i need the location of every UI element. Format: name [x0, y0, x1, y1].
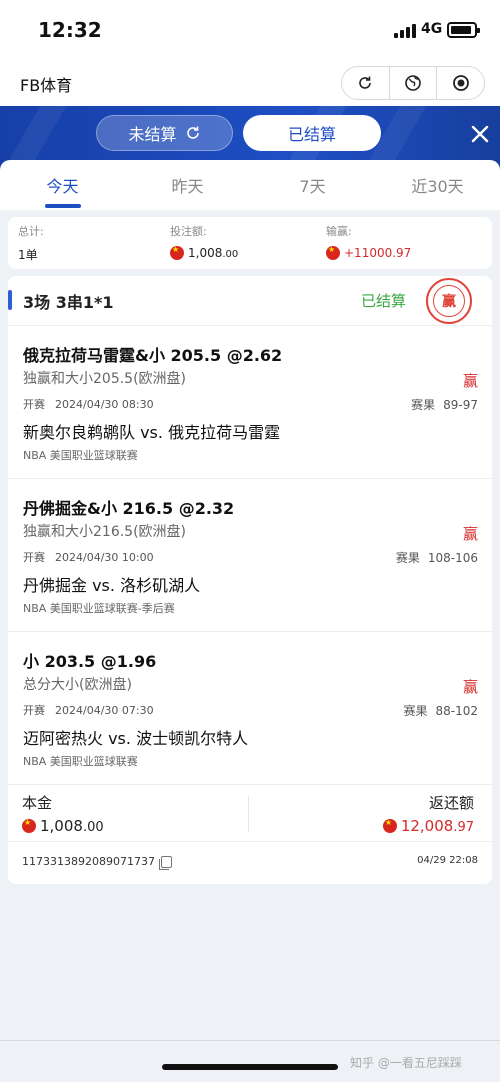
bet-start: 开赛 2024/04/30 08:30	[23, 398, 154, 411]
parlay-card[interactable]: 3场 3串1*1 已结算 赢 俄克拉荷马雷霆&小 205.5 @2.62 独赢和…	[8, 276, 492, 884]
principal-value: 1,008.00	[22, 817, 104, 835]
pending-label: 未结算	[128, 125, 177, 144]
app-title: FB体育	[20, 76, 73, 95]
tab-7-days[interactable]: 7天	[250, 160, 375, 210]
battery-icon	[447, 22, 480, 38]
bet-market: 总分大小(欧洲盘)	[23, 677, 132, 693]
bet-result: 赛果 108-106	[395, 551, 478, 565]
home-indicator[interactable]	[162, 1064, 338, 1070]
accent-bar	[8, 290, 12, 310]
bet-league: NBA 美国职业篮球联赛	[23, 755, 138, 768]
principal-label: 本金	[22, 794, 53, 812]
bet-pick: 俄克拉荷马雷霆&小 205.5 @2.62	[23, 346, 283, 365]
bet-result: 赛果 89-97	[411, 398, 478, 412]
bet-teams: 丹佛掘金 vs. 洛杉矶湖人	[23, 576, 201, 595]
bet-market: 独赢和大小205.5(欧洲盘)	[23, 371, 187, 387]
order-timestamp: 04/29 22:08	[417, 855, 478, 866]
bet-market: 独赢和大小216.5(欧洲盘)	[23, 524, 187, 540]
pending-toggle[interactable]: 未结算	[96, 115, 233, 151]
tab-30-days[interactable]: 近30天	[375, 160, 500, 210]
cny-flag-icon	[326, 245, 340, 260]
return-amount: 返还额 12,008.97	[382, 792, 474, 835]
win-stamp-icon: 赢	[426, 278, 472, 324]
network-type: 4G	[421, 21, 443, 37]
bet-teams: 新奥尔良鹈鹕队 vs. 俄克拉荷马雷霆	[23, 423, 281, 442]
bet-outcome: 赢	[462, 372, 478, 390]
status-bar: 12:32 4G	[0, 0, 500, 58]
return-value: 12,008.97	[382, 817, 474, 835]
status-time: 12:32	[38, 18, 102, 42]
return-label: 返还额	[428, 794, 474, 812]
bet-league: NBA 美国职业篮球联赛	[23, 449, 138, 462]
win-loss-label: 输赢:	[326, 225, 352, 238]
principal: 本金 1,008.00	[22, 792, 104, 835]
close-app-button[interactable]	[437, 67, 484, 99]
stake-label: 投注额:	[170, 225, 207, 238]
cny-flag-icon	[170, 245, 184, 260]
divider	[248, 796, 249, 832]
copy-icon[interactable]	[158, 855, 172, 870]
bet-teams: 迈阿密热火 vs. 波士顿凯尔特人	[23, 729, 249, 748]
refresh-icon	[186, 126, 199, 139]
bet-pick: 丹佛掘金&小 216.5 @2.32	[23, 499, 235, 518]
date-tabs: 今天 昨天 7天 近30天	[0, 160, 500, 210]
bet-start: 开赛 2024/04/30 07:30	[23, 704, 154, 717]
card-footer: 1173313892089071737 04/29 22:08	[8, 842, 492, 884]
active-tab-indicator	[44, 204, 81, 208]
cny-flag-icon	[382, 818, 397, 833]
refresh-button[interactable]	[342, 67, 390, 99]
bet-league: NBA 美国职业篮球联赛-季后赛	[23, 602, 175, 615]
refresh-icon	[359, 76, 372, 89]
bet-result: 赛果 88-102	[403, 704, 478, 718]
app-bar: FB体育	[0, 58, 500, 106]
close-icon[interactable]	[468, 122, 492, 146]
bet-leg: 俄克拉荷马雷霆&小 205.5 @2.62 独赢和大小205.5(欧洲盘) 赢 …	[8, 326, 492, 479]
amounts-row: 本金 1,008.00 返还额 12,008.97	[8, 786, 492, 842]
bet-pick: 小 203.5 @1.96	[23, 652, 157, 671]
tab-yesterday[interactable]: 昨天	[125, 160, 250, 210]
settled-label: 已结算	[287, 125, 336, 144]
tab-today[interactable]: 今天	[0, 160, 125, 210]
bet-leg: 小 203.5 @1.96 总分大小(欧洲盘) 赢 开赛 2024/04/30 0…	[8, 632, 492, 785]
bet-outcome: 赢	[462, 678, 478, 696]
parlay-title: 3场 3串1*1	[23, 293, 114, 312]
order-id: 1173313892089071737	[22, 855, 172, 870]
stake-value: 1,008.00	[170, 245, 238, 260]
signal-icon	[394, 24, 416, 38]
target-icon	[452, 75, 469, 91]
total-label: 总计:	[18, 225, 44, 238]
mini-program-capsule	[341, 66, 485, 100]
bet-outcome: 赢	[462, 525, 478, 543]
globe-button[interactable]	[390, 67, 438, 99]
total-value: 1单	[18, 248, 38, 262]
watermark: 知乎 @一看五尼踩踩	[350, 1056, 462, 1070]
globe-icon	[405, 75, 421, 91]
settled-status: 已结算	[361, 292, 407, 310]
settled-toggle[interactable]: 已结算	[243, 115, 381, 151]
summary-panel: 总计: 1单 投注额: 1,008.00 输赢: +11000.97	[8, 217, 492, 269]
bet-start: 开赛 2024/04/30 10:00	[23, 551, 154, 564]
divider	[0, 1040, 500, 1041]
parlay-header: 3场 3串1*1 已结算 赢	[8, 276, 492, 326]
bet-leg: 丹佛掘金&小 216.5 @2.32 独赢和大小216.5(欧洲盘) 赢 开赛 2…	[8, 479, 492, 632]
cny-flag-icon	[22, 818, 36, 833]
win-loss-value: +11000.97	[326, 245, 411, 260]
